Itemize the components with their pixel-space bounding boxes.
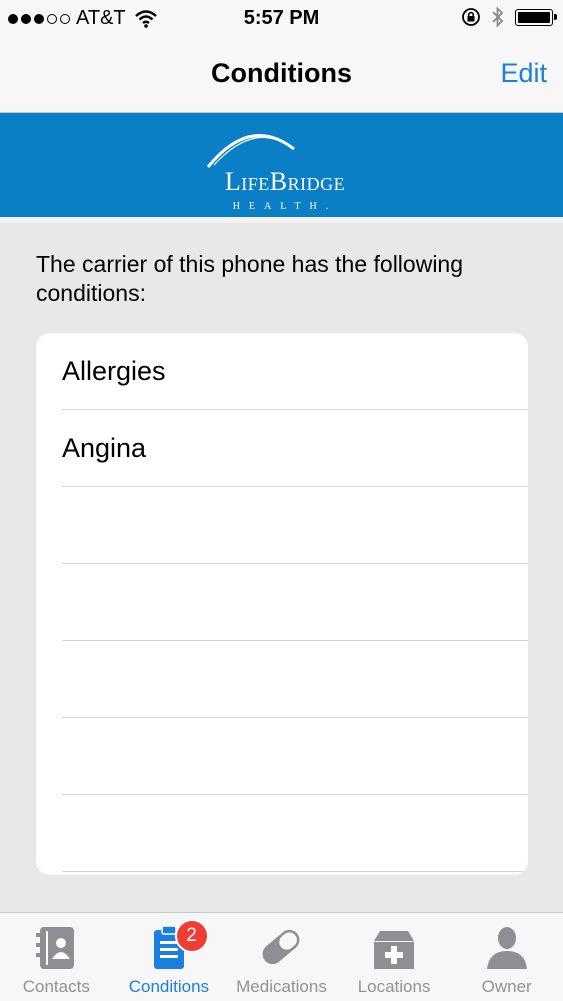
tab-bar: Contacts 2 Conditions Medications Locati… xyxy=(0,912,563,1001)
status-right xyxy=(461,6,557,28)
tab-conditions[interactable]: 2 Conditions xyxy=(113,913,226,1001)
navigation-bar: Conditions Edit xyxy=(0,38,563,113)
edit-button[interactable]: Edit xyxy=(500,58,547,89)
conditions-list: Allergies Angina xyxy=(36,333,528,875)
list-item[interactable] xyxy=(62,795,528,872)
lifebridge-banner: LifeBridge HEALTH. xyxy=(0,113,563,223)
status-bar: AT&T 5:57 PM xyxy=(0,0,563,38)
list-item[interactable] xyxy=(62,641,528,718)
logo-arc-icon xyxy=(206,134,295,168)
tab-label: Contacts xyxy=(22,977,90,996)
tab-medications[interactable]: Medications xyxy=(225,913,338,1001)
tab-label: Conditions xyxy=(128,977,210,996)
battery-icon xyxy=(515,8,557,26)
intro-text: The carrier of this phone has the follow… xyxy=(36,251,464,306)
tab-label: Owner xyxy=(481,977,532,996)
medical-box-icon xyxy=(374,931,415,969)
tab-locations[interactable]: Locations xyxy=(338,913,451,1001)
contacts-book-icon xyxy=(36,927,75,969)
tab-owner[interactable]: Owner xyxy=(450,913,563,1001)
list-item[interactable] xyxy=(62,718,528,795)
list-item[interactable] xyxy=(62,487,528,564)
list-item[interactable]: Angina xyxy=(62,410,528,487)
tab-label: Locations xyxy=(357,977,431,996)
notification-badge: 2 xyxy=(174,919,209,953)
rotation-lock-icon xyxy=(462,8,480,26)
logo-subtitle: HEALTH. xyxy=(232,201,338,212)
page-title: Conditions xyxy=(211,58,352,88)
logo-wordmark: LifeBridge xyxy=(224,167,346,196)
list-item[interactable]: Allergies xyxy=(62,333,528,410)
lifebridge-logo: LifeBridge HEALTH. xyxy=(190,121,380,213)
bluetooth-icon xyxy=(492,6,504,28)
tab-contacts[interactable]: Contacts xyxy=(0,913,113,1001)
person-icon xyxy=(486,927,527,969)
list-item[interactable] xyxy=(62,564,528,641)
pill-icon xyxy=(263,929,300,965)
tab-label: Medications xyxy=(236,977,327,996)
